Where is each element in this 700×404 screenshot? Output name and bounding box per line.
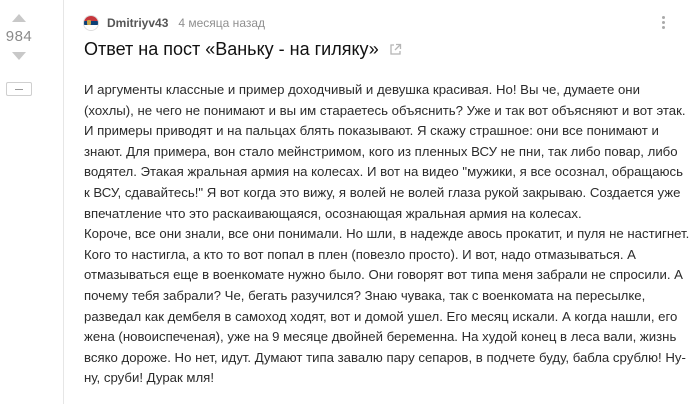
comment-text-line: к ВСУ, сдавайтесь!" Я вот когда это вижу… [84, 184, 681, 200]
comment-text-line: почему тебя забрали? Че, бегать разучилс… [84, 287, 646, 303]
comment-body: И аргументы классные и пример доходчивый… [84, 80, 694, 389]
more-options-icon[interactable] [654, 12, 672, 32]
comment-header: Dmitriyv43 4 месяца назад [84, 14, 265, 32]
vote-panel: 984 [0, 0, 38, 404]
downvote-arrow-icon[interactable] [12, 52, 26, 60]
comment-title-row: Ответ на пост «Ваньку - на гиляку» [84, 39, 402, 60]
comment-text-line: И примеры приводят и на пальцах блять по… [84, 123, 659, 139]
comment-text-line: И аргументы классные и пример доходчивый… [84, 82, 640, 97]
comment-text-line: Кого то настигла, а кто то вот попал в п… [84, 246, 636, 262]
comment-text-line: знают. Для примера, вон стало мейнстримо… [84, 143, 678, 159]
comment-text-line: разведал как дембеля в самоход ходят, во… [84, 308, 678, 324]
comment-text-line: ну, сруби! Дурак мля! [84, 370, 214, 386]
vote-score: 984 [5, 28, 33, 45]
comment-title[interactable]: Ответ на пост «Ваньку - на гиляку» [84, 39, 379, 60]
comment: Dmitriyv43 4 месяца назад Ответ на пост … [63, 0, 694, 404]
comment-text-line: впечатление что это раскаивающаяся, осоз… [84, 205, 582, 221]
minus-icon [15, 88, 23, 90]
flag-stripe-white [84, 25, 98, 30]
collapse-button[interactable] [6, 82, 32, 96]
serbia-flag-icon [84, 16, 98, 30]
comment-text-line: (хохлы), не чего не понимают и вы им ста… [84, 102, 686, 118]
comment-timestamp[interactable]: 4 месяца назад [178, 16, 265, 30]
flag-emblem [87, 20, 91, 25]
external-link-icon[interactable] [389, 43, 402, 56]
comment-text-line: Короче, все они знали, все они понимали.… [84, 226, 690, 242]
upvote-arrow-icon[interactable] [12, 14, 26, 22]
comment-text-line: водятел. Этакая жральная армия на колеса… [84, 164, 683, 180]
username-link[interactable]: Dmitriyv43 [107, 16, 168, 30]
comment-text-line: отмазываться еще в военкомате нужно было… [84, 267, 683, 283]
comment-text-line: жена (новоиспеченая), уже на 9 месяце дв… [84, 329, 677, 345]
comment-text-line: всяко дороже. Но нет, идут. Думают типа … [84, 349, 686, 365]
